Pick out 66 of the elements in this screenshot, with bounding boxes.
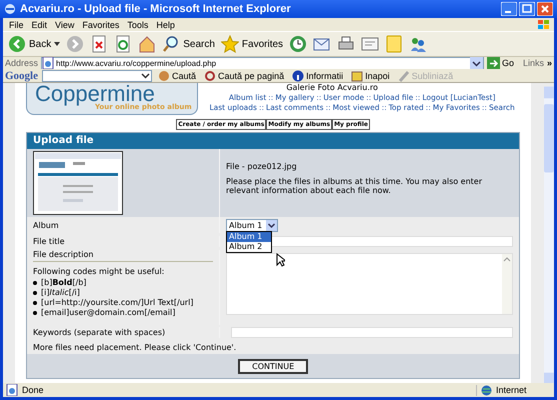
menu-item[interactable]: Favorites: [79, 20, 122, 30]
site-title: Galerie Foto Acvariu.ro: [286, 83, 379, 92]
history-icon[interactable]: [289, 35, 308, 53]
address-field[interactable]: http://www.acvariu.ro/coppermine/upload.php: [41, 56, 484, 70]
bullet-icon: [33, 301, 37, 305]
links-button[interactable]: Links: [516, 58, 544, 68]
menu-item[interactable]: Edit: [28, 20, 50, 30]
pen-icon: [398, 70, 410, 82]
google-logo[interactable]: Google: [5, 70, 38, 82]
toolbar-button[interactable]: Caută pe pagină: [202, 70, 286, 82]
field-label: File title: [33, 237, 65, 246]
field-label: File description: [33, 250, 213, 262]
messenger-icon[interactable]: [409, 35, 428, 53]
field-label: Album: [33, 220, 59, 230]
note-icon[interactable]: [385, 35, 404, 53]
window-title: Acvariu.ro - Upload file - Microsoft Internet Explorer: [20, 3, 292, 15]
menu-item[interactable]: File: [6, 20, 27, 30]
minimize-icon[interactable]: [501, 2, 517, 16]
favorites-button[interactable]: Favorites: [218, 35, 286, 53]
code-example: [email]user@domain.com[/email]: [41, 308, 176, 318]
magnifier-icon: [162, 35, 180, 53]
album-dropdown[interactable]: Album 1: [226, 218, 278, 232]
status-text: Done: [22, 385, 45, 395]
refresh-icon[interactable]: [114, 35, 132, 53]
code-example: [i]Italic[/i]: [41, 288, 80, 298]
star-icon: [220, 35, 239, 53]
windows-flag-icon: [537, 18, 551, 30]
mouse-pointer-icon: [276, 253, 285, 267]
continue-button[interactable]: CONTINUE: [238, 358, 308, 374]
instructions-text: Please place the files in albums at this time. You may also enter relevant information about each file now.: [226, 177, 484, 195]
bullet-icon: [33, 291, 37, 295]
home-icon[interactable]: [138, 35, 156, 53]
menu-item[interactable]: View: [52, 20, 78, 30]
codes-intro: Following codes might be useful:: [33, 267, 166, 276]
stop-icon[interactable]: [90, 35, 108, 53]
close-icon[interactable]: [537, 2, 553, 16]
search-button[interactable]: Search: [160, 35, 217, 53]
page-edit-icon[interactable]: [361, 35, 380, 53]
dropdown-arrow-icon: [266, 220, 278, 230]
file-name: File - poze012.jpg: [226, 162, 298, 171]
toolbar-button[interactable]: Caută: [156, 70, 198, 82]
bullet-icon: [33, 311, 37, 315]
back-button[interactable]: Back: [6, 35, 62, 53]
more-chevron[interactable]: »: [546, 58, 552, 68]
menu-item[interactable]: Tools: [124, 20, 152, 30]
maximize-icon[interactable]: [519, 2, 535, 16]
globe-icon: [481, 384, 492, 396]
panel-title: Upload file: [27, 133, 520, 149]
field-label: Keywords (separate with spaces): [33, 328, 166, 337]
code-example: [url=http://yoursite.com/]Url Text[/url]: [41, 298, 194, 308]
address-label: Address: [5, 58, 38, 68]
toolbar-button[interactable]: Inapoi: [349, 70, 392, 82]
dropdown-option[interactable]: Album 2: [227, 242, 271, 252]
dropdown-option[interactable]: Album 1: [227, 232, 271, 242]
toolbar-button[interactable]: Informatii: [290, 70, 346, 82]
folder-icon: [351, 70, 364, 82]
notice-text: More files need placement. Please click 'Continue'.: [33, 342, 236, 352]
description-field[interactable]: [226, 253, 514, 315]
bullet-icon: [33, 281, 37, 285]
magnifier-icon: [204, 70, 216, 82]
zone-label: Internet: [496, 385, 527, 395]
menu-item[interactable]: Help: [153, 20, 178, 30]
keywords-field[interactable]: [231, 327, 514, 338]
caret-icon: [54, 42, 60, 46]
code-example: [b]Bold[/b]: [41, 278, 86, 288]
go-button[interactable]: Go: [486, 56, 514, 70]
